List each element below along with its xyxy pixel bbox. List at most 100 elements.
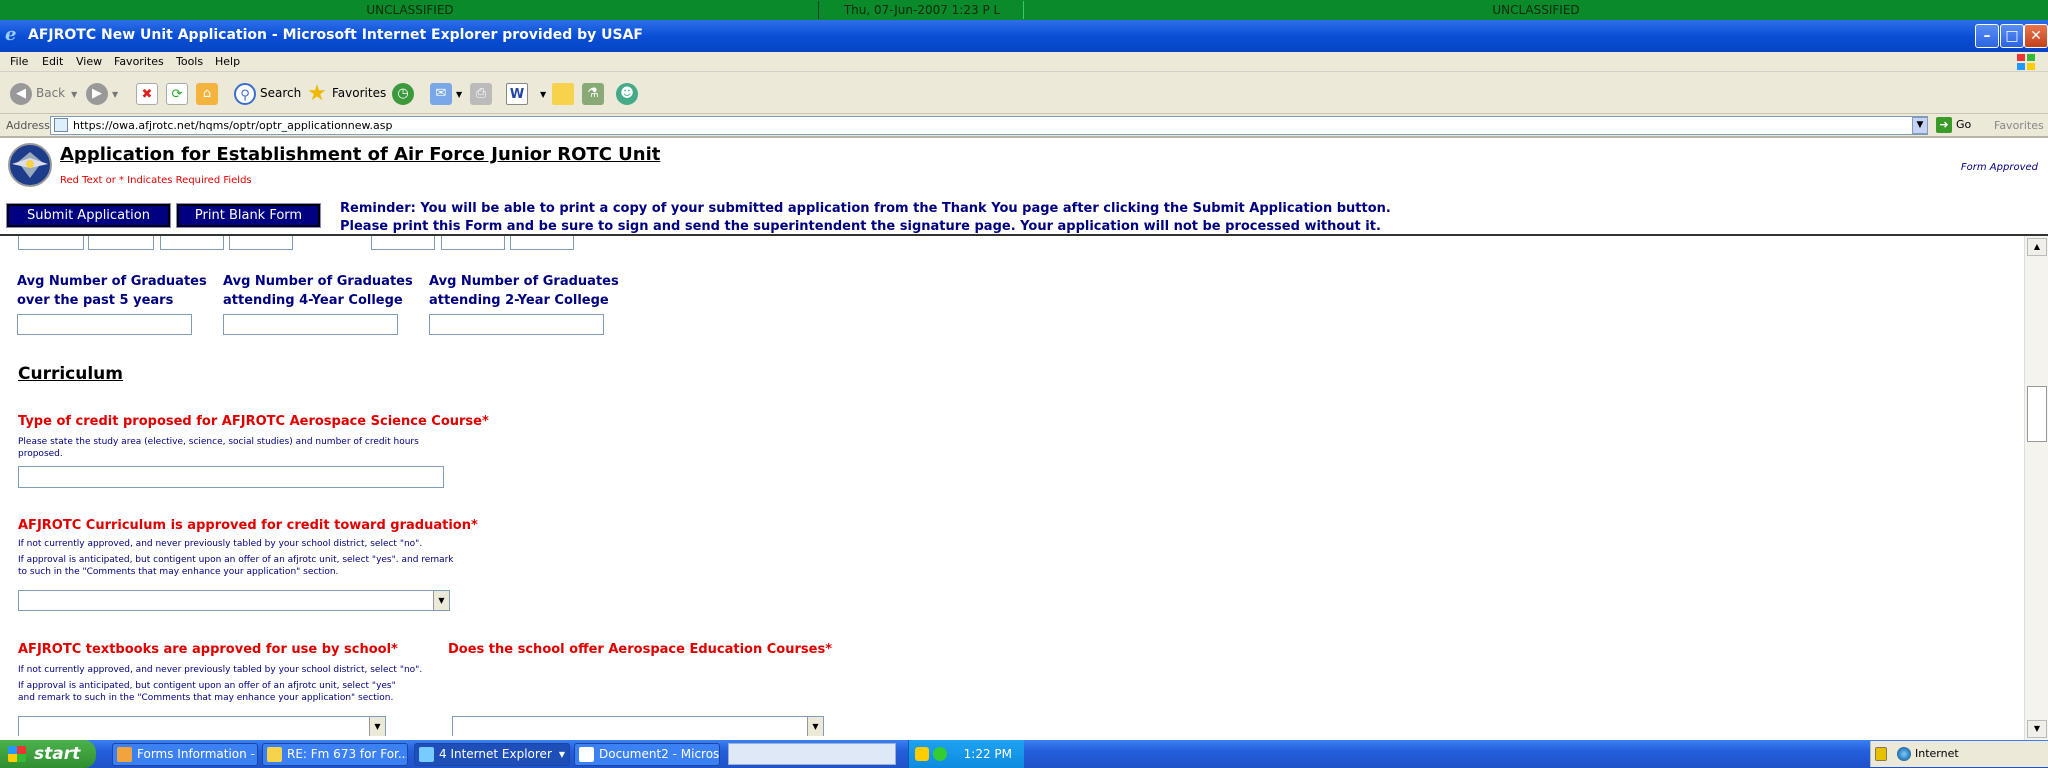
discuss-button[interactable]	[552, 80, 578, 106]
banner-datetime: Thu, 07-Jun-2007 1:23 P L	[843, 3, 1001, 17]
search-icon: ⚲	[234, 82, 256, 105]
textbooks-approved-select[interactable]: ▼	[18, 716, 386, 736]
address-dropdown-button[interactable]: ▼	[1912, 117, 1928, 134]
task-internet-explorer[interactable]: 4 Internet Explorer ▼	[414, 743, 570, 766]
menu-file[interactable]: File	[10, 55, 28, 68]
printer-icon: ⎙	[470, 82, 492, 105]
menu-view[interactable]: View	[76, 55, 102, 68]
textbooks-approved-help: If not currently approved, and never pre…	[18, 664, 422, 704]
credit-type-help-line2: proposed.	[18, 449, 63, 459]
partial-input[interactable]	[510, 236, 574, 250]
tray-icon[interactable]	[933, 747, 947, 761]
curriculum-approved-help-line3: to such in the "Comments that may enhanc…	[18, 567, 339, 577]
clock[interactable]: 1:22 PM	[964, 740, 1012, 768]
curriculum-approved-label: AFJROTC Curriculum is approved for credi…	[18, 518, 478, 533]
scroll-thumb[interactable]	[2027, 386, 2047, 442]
links-favorites[interactable]: Favorites	[1994, 119, 2044, 132]
afjrotc-crest-icon	[8, 143, 52, 187]
toolbar: ◀ Back ▼ ▶ ▼ ✖ ⟳ ⌂ ⚲ Search ★ Favorites ◷ ✉ ▼ …	[0, 72, 2048, 114]
group-dropdown-icon: ▼	[558, 750, 565, 759]
partial-input[interactable]	[229, 236, 293, 250]
folder-icon	[117, 747, 132, 762]
page-title: Application for Establishment of Air For…	[60, 144, 661, 165]
address-url: https://owa.afjrotc.net/hqms/optr/optr_a…	[73, 119, 393, 132]
stop-button[interactable]: ✖	[136, 80, 162, 106]
start-label: start	[34, 744, 81, 764]
envelope-icon	[267, 747, 282, 762]
menu-favorites[interactable]: Favorites	[114, 55, 164, 68]
mail-button[interactable]: ✉ ▼	[430, 80, 462, 106]
task-label: Document2 - Micros...	[599, 747, 720, 761]
partial-input[interactable]	[160, 236, 224, 250]
vertical-scrollbar[interactable]: ▲ ▼	[2024, 236, 2048, 742]
partial-input[interactable]	[88, 236, 154, 250]
favorites-button[interactable]: ★ Favorites	[306, 80, 386, 106]
aerospace-courses-select[interactable]: ▼	[452, 716, 824, 736]
note-icon	[552, 82, 574, 105]
scroll-down-icon[interactable]: ▼	[2027, 720, 2047, 738]
forward-button[interactable]: ▶ ▼	[86, 80, 118, 106]
graduates-past5-input[interactable]	[17, 314, 192, 335]
partial-input[interactable]	[18, 236, 84, 250]
page-header: Application for Establishment of Air For…	[0, 138, 2048, 236]
start-button[interactable]: start	[0, 740, 96, 768]
graduates-2year-line2: attending 2-Year College	[429, 293, 609, 308]
print-blank-form-button[interactable]: Print Blank Form	[176, 203, 321, 228]
credit-type-help: Please state the study area (elective, s…	[18, 436, 419, 460]
curriculum-approved-help-line2: If approval is anticipated, but contigen…	[18, 555, 454, 565]
graduates-past5-line1: Avg Number of Graduates	[17, 274, 207, 289]
print-button[interactable]: ⎙	[470, 80, 496, 106]
submit-application-button[interactable]: Submit Application	[6, 203, 171, 228]
address-input[interactable]: https://owa.afjrotc.net/hqms/optr/optr_a…	[50, 116, 1928, 135]
search-button[interactable]: ⚲ Search	[234, 80, 301, 106]
globe-icon	[1897, 747, 1911, 761]
refresh-button[interactable]: ⟳	[166, 80, 192, 106]
task-word-document[interactable]: Document2 - Micros...	[574, 743, 720, 766]
close-button[interactable]: ✕	[2024, 24, 2048, 48]
textbooks-help-line2: If approval is anticipated, but contigen…	[18, 681, 396, 691]
partial-input[interactable]	[371, 236, 435, 250]
menu-edit[interactable]: Edit	[42, 55, 63, 68]
history-button[interactable]: ◷	[392, 80, 418, 106]
aerospace-courses-label: Does the school offer Aerospace Educatio…	[448, 642, 832, 657]
graduates-past5-label: Avg Number of Graduates over the past 5 …	[17, 272, 207, 310]
chevron-down-icon[interactable]: ▼	[433, 591, 449, 610]
curriculum-approved-help: If not currently approved, and never pre…	[18, 538, 454, 578]
research-button[interactable]: ⚗	[582, 80, 608, 106]
required-fields-note: Red Text or * Indicates Required Fields	[60, 175, 252, 186]
tray-icon[interactable]	[915, 747, 929, 761]
minimize-button[interactable]: –	[1975, 24, 1999, 48]
task-outlook-message[interactable]: RE: Fm 673 for For...	[262, 743, 408, 766]
edit-word-button[interactable]: W ▼	[506, 80, 546, 106]
chevron-down-icon[interactable]: ▼	[807, 717, 823, 736]
forward-dropdown-icon: ▼	[112, 90, 119, 99]
reminder-text: Reminder: You will be able to print a co…	[340, 200, 1391, 236]
menu-tools[interactable]: Tools	[176, 55, 203, 68]
history-icon: ◷	[392, 82, 414, 105]
media-player-controls[interactable]	[728, 743, 896, 765]
home-button[interactable]: ⌂	[196, 80, 222, 106]
scroll-up-icon[interactable]: ▲	[2027, 238, 2047, 256]
partial-input[interactable]	[441, 236, 505, 250]
graduates-4year-input[interactable]	[223, 314, 398, 335]
graduates-4year-label: Avg Number of Graduates attending 4-Year…	[223, 272, 413, 310]
home-icon: ⌂	[196, 82, 218, 105]
back-button[interactable]: ◀ Back ▼	[10, 80, 77, 106]
edit-dropdown-icon: ▼	[540, 90, 547, 99]
internet-explorer-icon	[419, 747, 434, 762]
task-forms-information[interactable]: Forms Information - ...	[112, 743, 258, 766]
task-label: 4 Internet Explorer	[439, 747, 552, 761]
textbooks-help-line1: If not currently approved, and never pre…	[18, 665, 423, 675]
word-document-icon	[579, 747, 594, 762]
maximize-button[interactable]: □	[2000, 24, 2024, 48]
go-button[interactable]: ➜ Go	[1936, 117, 1971, 133]
chevron-down-icon[interactable]: ▼	[369, 717, 385, 736]
graduates-2year-input[interactable]	[429, 314, 604, 335]
credit-type-input[interactable]	[18, 466, 444, 488]
curriculum-approved-select[interactable]: ▼	[18, 590, 450, 611]
back-dropdown-icon: ▼	[71, 90, 78, 99]
system-tray: 1:22 PM	[908, 740, 1024, 768]
messenger-button[interactable]: ☻	[616, 80, 642, 106]
window-titlebar[interactable]: e AFJROTC New Unit Application - Microso…	[0, 20, 2048, 52]
menu-help[interactable]: Help	[215, 55, 240, 68]
